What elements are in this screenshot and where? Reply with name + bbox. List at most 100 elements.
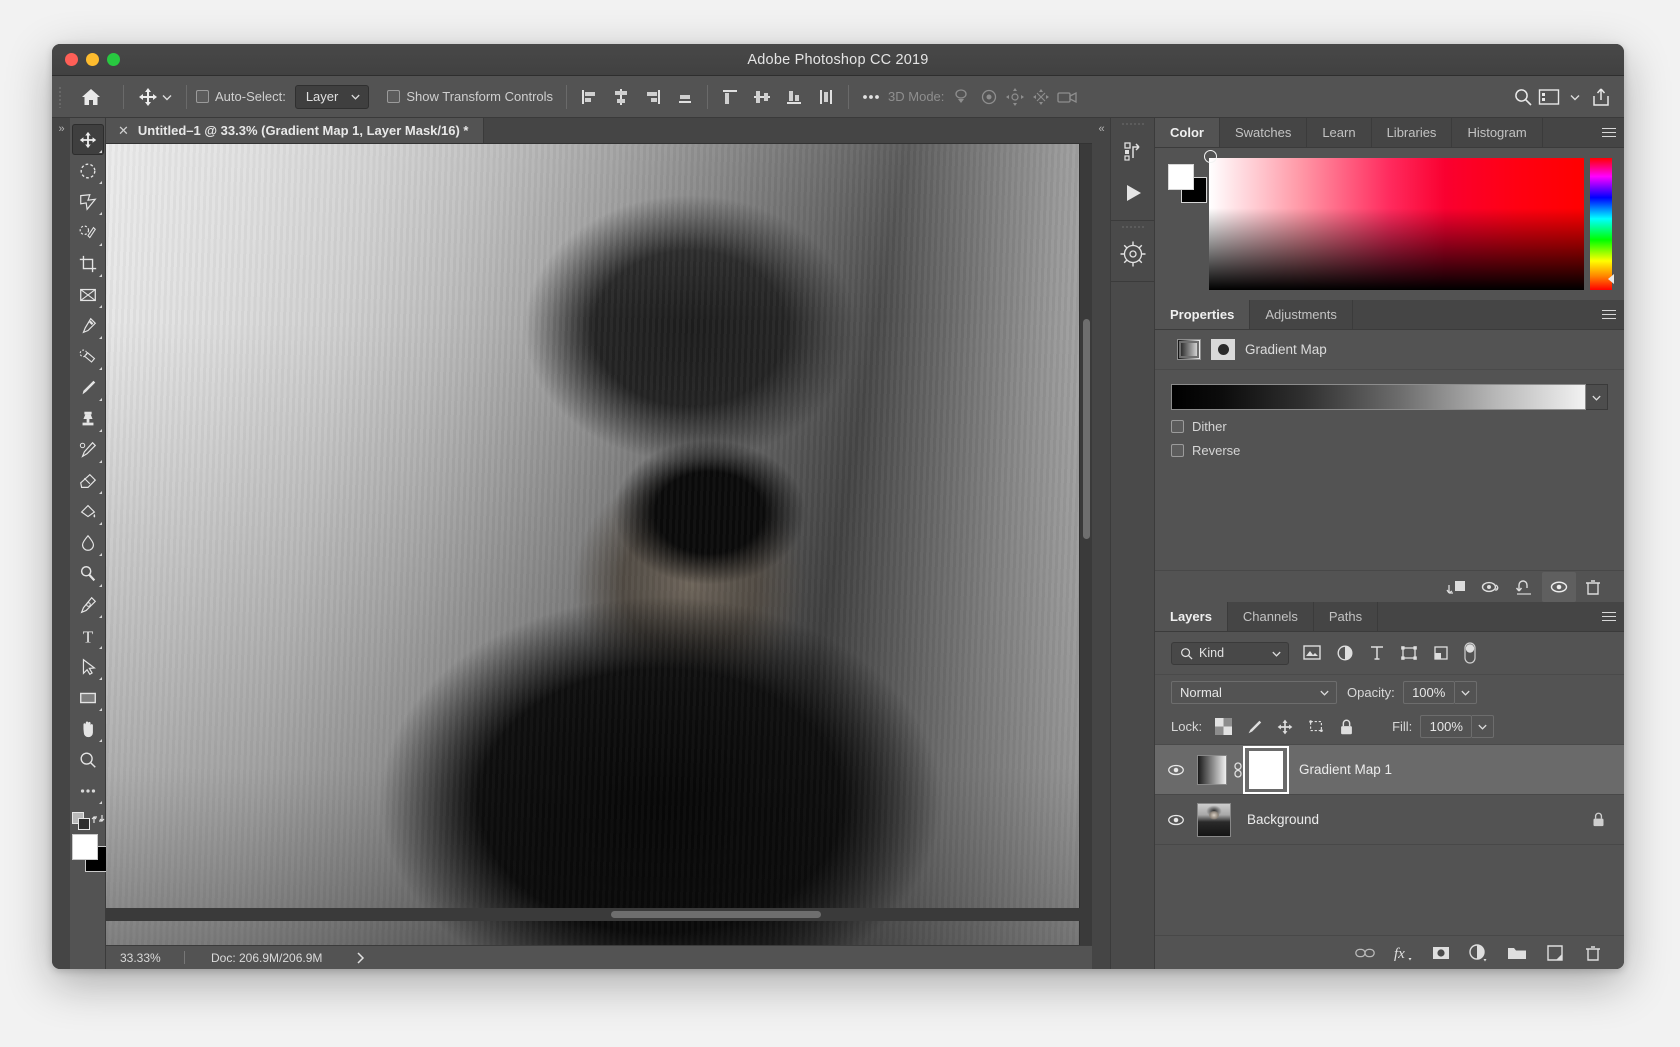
distribute-horizontal-centers-icon[interactable]	[749, 84, 775, 110]
auto-select-scope-select[interactable]: Layer	[295, 85, 370, 109]
delete-adjustment-button[interactable]	[1576, 572, 1610, 602]
lock-image-pixels-icon[interactable]	[1245, 718, 1263, 736]
tool-preset-picker[interactable]	[133, 86, 177, 108]
document-tab[interactable]: ✕ Untitled–1 @ 33.3% (Gradient Map 1, La…	[106, 118, 484, 143]
foreground-color-swatch[interactable]	[72, 834, 98, 860]
lock-artboard-nesting-icon[interactable]	[1307, 718, 1325, 736]
lock-transparent-pixels-icon[interactable]	[1215, 718, 1232, 735]
share-icon[interactable]	[1588, 84, 1614, 110]
color-spectrum-field[interactable]	[1209, 158, 1584, 290]
color-panel-foreground-swatch[interactable]	[1168, 164, 1194, 190]
add-layer-mask-button[interactable]	[1424, 938, 1458, 968]
reverse-checkbox[interactable]	[1171, 444, 1184, 457]
tab-color[interactable]: Color	[1155, 118, 1220, 147]
canvas-horizontal-scrollbar[interactable]	[106, 908, 1092, 921]
search-icon[interactable]	[1510, 84, 1536, 110]
toggle-visibility-button[interactable]	[1542, 572, 1576, 602]
layer-style-button[interactable]: fx	[1386, 938, 1420, 968]
edit-toolbar-button[interactable]	[72, 775, 104, 806]
canvas-vertical-scrollbar[interactable]	[1079, 144, 1092, 945]
tools-dock-strip[interactable]: »	[52, 118, 70, 969]
lasso-tool[interactable]	[72, 186, 104, 217]
brush-tool[interactable]	[72, 372, 104, 403]
pan-3d-icon[interactable]	[1002, 84, 1028, 110]
mask-thumbnail-icon[interactable]	[1211, 339, 1235, 360]
toggle-layer-visibility-button[interactable]	[1474, 572, 1508, 602]
scrollbar-thumb[interactable]	[1083, 319, 1090, 539]
type-layer-filter-icon[interactable]	[1368, 644, 1386, 662]
align-right-edges-icon[interactable]	[640, 84, 666, 110]
gradient-tool[interactable]	[72, 496, 104, 527]
dock-collapse-strip[interactable]: «	[1092, 118, 1110, 969]
frame-tool[interactable]	[72, 279, 104, 310]
hand-tool[interactable]	[72, 713, 104, 744]
delete-layer-button[interactable]	[1576, 938, 1610, 968]
more-options-icon[interactable]	[858, 84, 884, 110]
align-left-edges-icon[interactable]	[576, 84, 602, 110]
new-adjustment-layer-button[interactable]	[1462, 938, 1496, 968]
chevron-right-icon[interactable]	[354, 951, 366, 965]
roll-3d-icon[interactable]	[976, 84, 1002, 110]
marquee-tool[interactable]	[72, 155, 104, 186]
tab-libraries[interactable]: Libraries	[1372, 118, 1453, 147]
expand-panels-icon[interactable]: »	[52, 118, 70, 135]
rotate-3d-icon[interactable]	[950, 84, 976, 110]
camera-3d-icon[interactable]	[1054, 84, 1080, 110]
history-panel-icon[interactable]	[1111, 130, 1154, 172]
zoom-level[interactable]: 33.33%	[106, 951, 184, 965]
layer-visibility-toggle[interactable]	[1155, 813, 1197, 827]
move-tool[interactable]	[72, 124, 104, 155]
blend-mode-select[interactable]: Normal	[1171, 681, 1337, 704]
tab-channels[interactable]: Channels	[1228, 602, 1314, 631]
options-bar-grip[interactable]	[52, 76, 68, 118]
clip-to-layer-button[interactable]	[1440, 572, 1474, 602]
opacity-value[interactable]: 100%	[1403, 681, 1455, 704]
table-row[interactable]: Background	[1155, 795, 1624, 845]
fill-value[interactable]: 100%	[1420, 715, 1472, 738]
fill-stepper-chevron-down-icon[interactable]	[1472, 715, 1494, 738]
gradient-preview[interactable]	[1171, 384, 1586, 410]
filter-toggle-icon[interactable]	[1463, 640, 1477, 666]
align-bottom-edges-icon[interactable]	[672, 84, 698, 110]
panel-menu-icon[interactable]	[1594, 300, 1624, 329]
clone-stamp-tool[interactable]	[72, 403, 104, 434]
path-selection-tool[interactable]	[72, 651, 104, 682]
close-icon[interactable]: ✕	[118, 123, 129, 139]
tab-histogram[interactable]: Histogram	[1452, 118, 1542, 147]
maximize-window-button[interactable]	[107, 53, 120, 66]
blur-tool[interactable]	[72, 527, 104, 558]
rail-grip[interactable]	[1111, 118, 1154, 130]
align-top-edges-icon[interactable]	[717, 84, 743, 110]
show-transform-controls-checkbox[interactable]	[387, 90, 400, 103]
type-tool[interactable]: T	[72, 620, 104, 651]
table-row[interactable]: Gradient Map 1	[1155, 745, 1624, 795]
close-window-button[interactable]	[65, 53, 78, 66]
swap-colors-icon[interactable]	[91, 812, 105, 826]
reset-adjustment-button[interactable]	[1508, 572, 1542, 602]
eyedropper-tool[interactable]	[72, 310, 104, 341]
eraser-tool[interactable]	[72, 465, 104, 496]
actions-panel-icon[interactable]	[1111, 172, 1154, 214]
workspace-switcher-icon[interactable]	[1536, 84, 1562, 110]
layer-thumbnail[interactable]	[1197, 755, 1227, 785]
dither-checkbox[interactable]	[1171, 420, 1184, 433]
tab-properties[interactable]: Properties	[1155, 300, 1250, 329]
layer-mask-thumbnail[interactable]	[1249, 751, 1283, 789]
quick-selection-tool[interactable]	[72, 217, 104, 248]
scrollbar-thumb[interactable]	[611, 911, 821, 918]
new-layer-button[interactable]	[1538, 938, 1572, 968]
tab-paths[interactable]: Paths	[1314, 602, 1378, 631]
opacity-stepper-chevron-down-icon[interactable]	[1455, 681, 1477, 704]
rectangle-tool[interactable]	[72, 682, 104, 713]
lock-position-icon[interactable]	[1276, 718, 1294, 736]
minimize-window-button[interactable]	[86, 53, 99, 66]
pen-tool[interactable]	[72, 589, 104, 620]
shape-layer-filter-icon[interactable]	[1399, 644, 1419, 662]
crop-tool[interactable]	[72, 248, 104, 279]
link-layers-button[interactable]	[1348, 938, 1382, 968]
hue-slider[interactable]	[1590, 158, 1612, 290]
tab-learn[interactable]: Learn	[1307, 118, 1371, 147]
smart-object-filter-icon[interactable]	[1432, 644, 1450, 662]
collapse-panels-icon[interactable]: «	[1092, 118, 1110, 135]
chevron-down-icon[interactable]	[1586, 384, 1608, 410]
